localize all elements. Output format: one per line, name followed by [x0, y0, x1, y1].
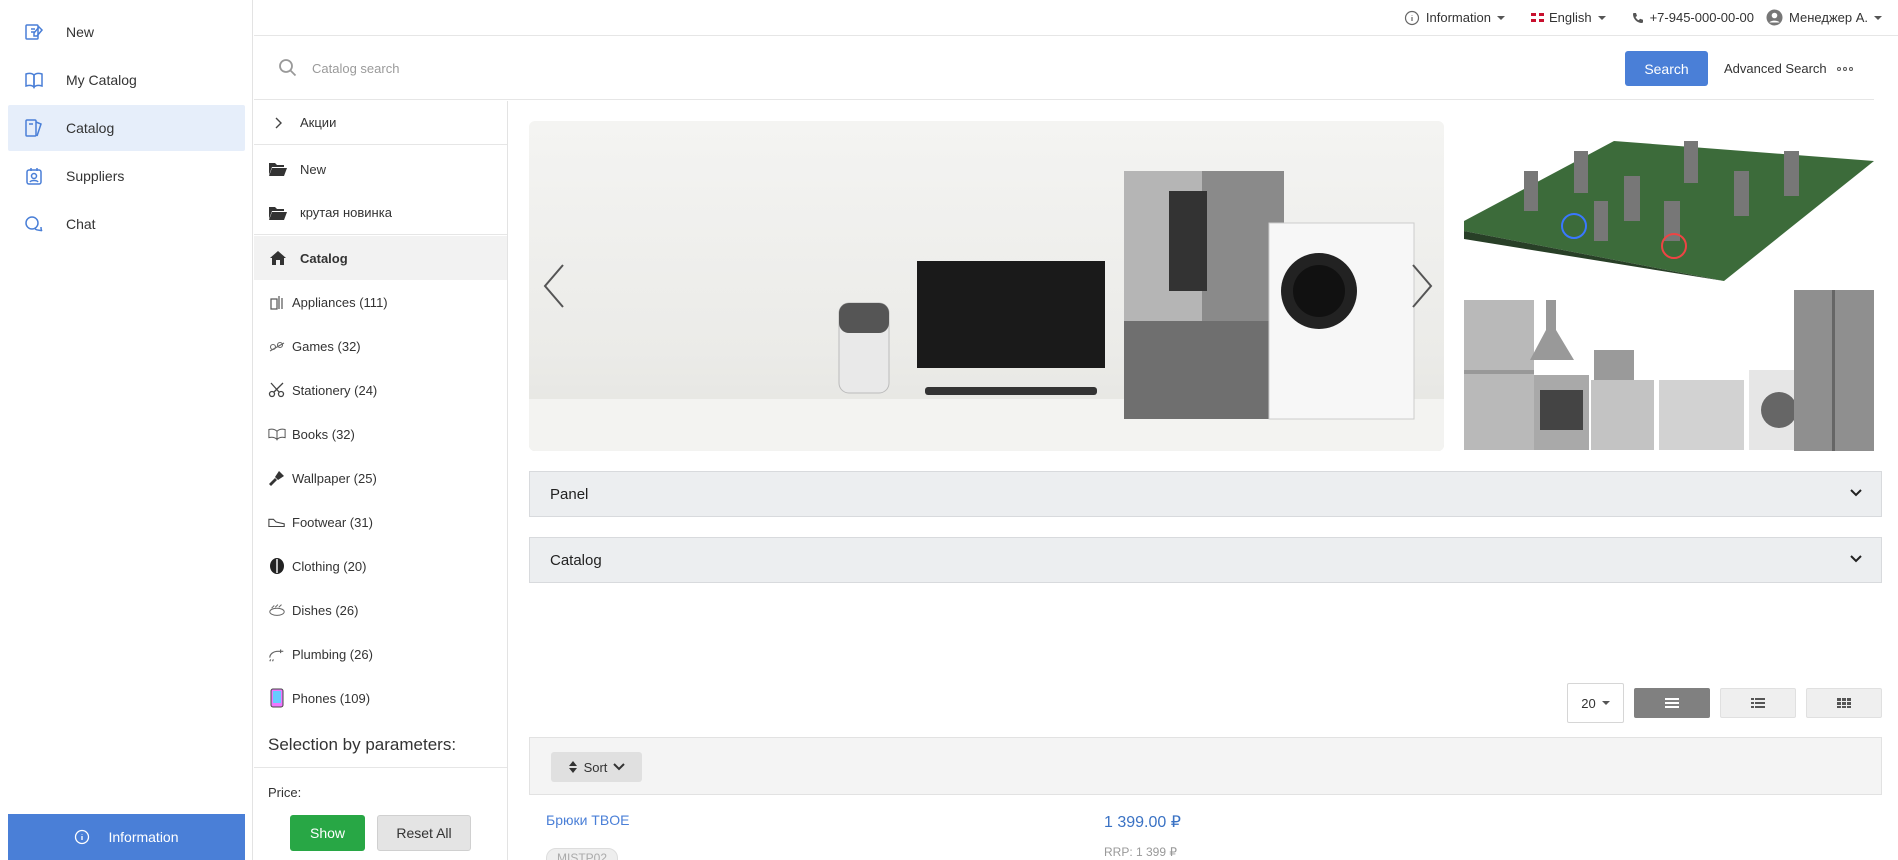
- nav-item-label: Catalog: [66, 120, 115, 136]
- sort-icon: [568, 761, 577, 773]
- banner-carousel: [529, 121, 1444, 451]
- sort-bar: Sort: [529, 737, 1882, 795]
- per-page-select[interactable]: 20: [1567, 683, 1624, 723]
- nav-item-chat[interactable]: Chat: [8, 201, 245, 247]
- nav-item-label: Chat: [66, 216, 96, 232]
- sort-button[interactable]: Sort: [551, 752, 642, 782]
- nav-item-label: Suppliers: [66, 168, 125, 184]
- category-games[interactable]: Games (32): [254, 324, 507, 368]
- nav-item-my-catalog[interactable]: My Catalog: [8, 57, 245, 103]
- chevron-down-icon: [1601, 701, 1610, 705]
- view-list-button[interactable]: [1720, 688, 1796, 718]
- information-button[interactable]: Information: [8, 814, 245, 860]
- nav-item-label: New: [66, 24, 95, 40]
- book-icon: [24, 70, 44, 90]
- brush-icon: [268, 468, 286, 488]
- selection-title: Selection by parameters:: [268, 735, 457, 754]
- category-panel: Акции New крутая новинка Catalog Applian…: [254, 101, 508, 860]
- game-icon: [268, 336, 286, 356]
- home-icon: [268, 248, 288, 268]
- user-menu[interactable]: Менеджер А.: [1766, 9, 1882, 26]
- catalog-icon: [24, 118, 44, 138]
- chevron-down-icon: [1874, 15, 1882, 20]
- nav-item-catalog[interactable]: Catalog: [8, 105, 245, 151]
- category-books[interactable]: Books (32): [254, 412, 507, 456]
- new-icon: [24, 22, 44, 42]
- list-icon: [1751, 698, 1765, 708]
- info-icon: [75, 829, 90, 845]
- suppliers-icon: [24, 166, 44, 186]
- phone-icon: [1632, 12, 1643, 23]
- carousel-prev-arrow[interactable]: [539, 261, 569, 311]
- top-bar: Information English +7-945-000-00-00 Мен…: [254, 0, 1898, 36]
- appliance-icon: [268, 292, 286, 312]
- category-appliances[interactable]: Appliances (111): [254, 280, 507, 324]
- nav-item-label: My Catalog: [66, 72, 137, 88]
- category-wallpaper[interactable]: Wallpaper (25): [254, 456, 507, 500]
- show-button[interactable]: Show: [290, 815, 365, 851]
- large-list-icon: [1665, 698, 1679, 708]
- category-dishes[interactable]: Dishes (26): [254, 588, 507, 632]
- product-price: 1 399.00 ₽: [1104, 814, 1181, 831]
- product-rrp: RRP: 1 399 ₽: [1104, 845, 1178, 859]
- phone-device-icon: [268, 688, 286, 708]
- search-bar: Search Advanced Search: [254, 37, 1874, 100]
- faucet-icon: [268, 644, 286, 664]
- chevron-down-icon: [1496, 15, 1505, 20]
- language-menu[interactable]: English: [1530, 10, 1606, 25]
- info-icon: [1404, 10, 1419, 25]
- carousel-next-arrow[interactable]: [1407, 261, 1437, 311]
- category-folder-new[interactable]: New: [254, 147, 507, 191]
- scissors-icon: [268, 380, 286, 400]
- product-sku-badge: MISTP02: [546, 848, 619, 860]
- view-large-list-button[interactable]: [1634, 688, 1710, 718]
- view-grid-button[interactable]: [1806, 688, 1882, 718]
- divider: [254, 767, 507, 768]
- category-folder-novelty[interactable]: крутая новинка: [254, 191, 507, 235]
- search-button[interactable]: Search: [1625, 51, 1708, 86]
- catalog-search-input[interactable]: [312, 60, 1412, 76]
- category-plumbing[interactable]: Plumbing (26): [254, 632, 507, 676]
- category-phones[interactable]: Phones (109): [254, 676, 507, 720]
- nav-item-new[interactable]: New: [8, 9, 245, 55]
- advanced-search-link[interactable]: Advanced Search: [1724, 51, 1853, 86]
- category-footwear[interactable]: Footwear (31): [254, 500, 507, 544]
- reset-all-button[interactable]: Reset All: [377, 815, 471, 851]
- catalog-accordion[interactable]: Catalog: [529, 537, 1882, 583]
- chevron-down-icon: [1597, 15, 1606, 20]
- home-appliances-banner-image[interactable]: [1464, 290, 1874, 451]
- chat-icon: [24, 214, 44, 234]
- category-promo[interactable]: Акции: [254, 101, 507, 145]
- folder-open-icon: [268, 203, 288, 223]
- left-nav: New My Catalog Catalog Suppliers Chat In…: [0, 0, 253, 860]
- nav-item-suppliers[interactable]: Suppliers: [8, 153, 245, 199]
- chevron-down-icon: [613, 763, 626, 771]
- price-label: Price:: [268, 785, 302, 800]
- chevron-down-icon: [1850, 489, 1862, 497]
- user-avatar-icon: [1766, 9, 1783, 26]
- panel-accordion[interactable]: Panel: [529, 471, 1882, 517]
- phone-link[interactable]: +7-945-000-00-00: [1632, 10, 1754, 25]
- grid-icon: [1837, 698, 1851, 708]
- chevron-right-icon: [268, 113, 288, 133]
- category-clothing[interactable]: Clothing (20): [254, 544, 507, 588]
- appliances-banner-image: [529, 171, 1444, 451]
- search-icon: [279, 59, 297, 77]
- uk-flag-icon: [1530, 13, 1544, 22]
- information-menu[interactable]: Information: [1404, 10, 1505, 26]
- clothing-icon: [268, 556, 286, 576]
- more-icon: [1836, 66, 1853, 71]
- chevron-down-icon: [1850, 555, 1862, 563]
- category-stationery[interactable]: Stationery (24): [254, 368, 507, 412]
- dishes-icon: [268, 600, 286, 620]
- open-book-icon: [268, 424, 286, 444]
- category-catalog-head[interactable]: Catalog: [254, 236, 507, 280]
- shoe-icon: [268, 512, 286, 532]
- product-name-link[interactable]: Брюки TBOE: [546, 812, 629, 828]
- folder-open-icon: [268, 159, 288, 179]
- games-banner-image[interactable]: [1464, 121, 1874, 281]
